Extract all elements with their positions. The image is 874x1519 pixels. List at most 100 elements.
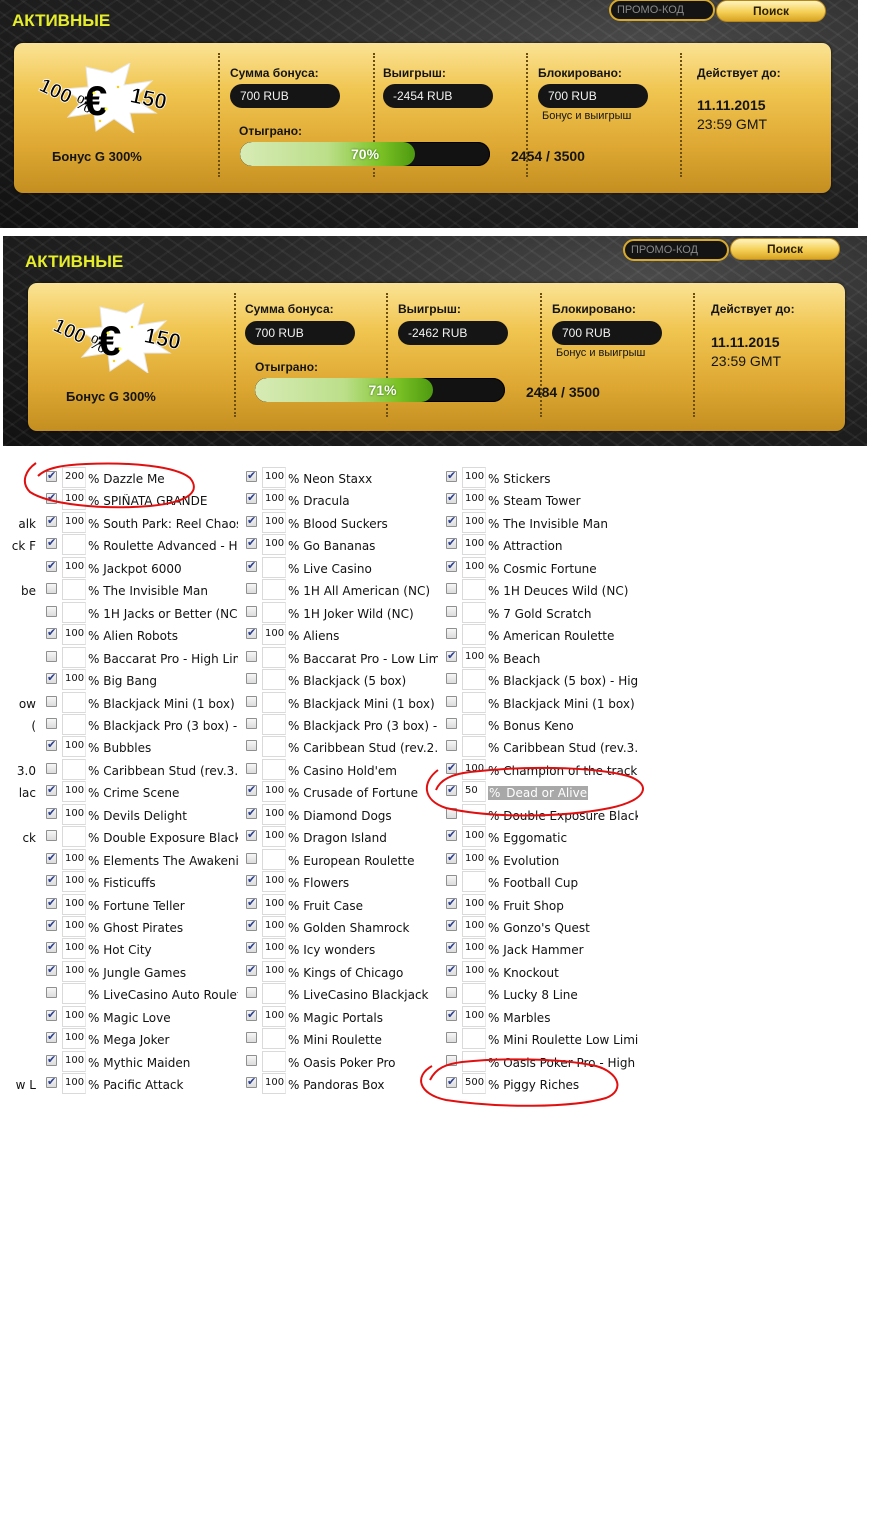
game-checkbox[interactable] [46, 830, 57, 842]
percent-input[interactable]: 100 [62, 871, 86, 893]
percent-input[interactable] [262, 669, 286, 691]
percent-input[interactable]: 100 [462, 1005, 486, 1027]
game-checkbox[interactable] [46, 695, 57, 707]
game-checkbox[interactable] [46, 536, 57, 550]
game-checkbox[interactable] [446, 583, 457, 595]
percent-input[interactable]: 100 [62, 916, 86, 937]
game-checkbox[interactable] [446, 851, 457, 864]
game-checkbox[interactable] [246, 1008, 257, 1021]
game-checkbox[interactable] [246, 987, 257, 999]
game-checkbox[interactable] [246, 536, 257, 550]
percent-input[interactable] [462, 1028, 486, 1050]
game-checkbox[interactable] [446, 1054, 457, 1066]
percent-input[interactable] [262, 983, 286, 1005]
percent-input[interactable] [262, 758, 286, 780]
game-checkbox[interactable] [46, 762, 57, 774]
game-checkbox[interactable] [446, 918, 457, 931]
percent-input[interactable]: 100 [262, 467, 286, 488]
percent-input[interactable]: 100 [62, 848, 86, 870]
game-checkbox[interactable] [446, 673, 457, 685]
game-checkbox[interactable] [446, 649, 457, 662]
percent-input[interactable] [62, 713, 86, 735]
percent-input[interactable] [262, 601, 286, 623]
percent-input[interactable]: 100 [262, 916, 286, 937]
game-checkbox[interactable] [246, 852, 257, 864]
percent-input[interactable]: 100 [62, 893, 86, 915]
percent-input[interactable]: 100 [462, 534, 486, 556]
game-checkbox[interactable] [446, 807, 457, 819]
game-checkbox[interactable] [46, 1075, 57, 1089]
percent-input[interactable]: 100 [262, 871, 286, 893]
percent-input[interactable] [462, 624, 486, 646]
percent-input[interactable]: 100 [462, 938, 486, 960]
game-checkbox[interactable] [246, 918, 257, 931]
percent-input[interactable]: 100 [462, 489, 486, 511]
percent-input[interactable]: 100 [62, 803, 86, 825]
game-checkbox[interactable] [446, 783, 457, 797]
percent-input[interactable] [62, 758, 86, 780]
percent-input[interactable] [262, 579, 286, 601]
percent-input[interactable] [262, 736, 286, 758]
percent-input[interactable]: 100 [462, 960, 486, 982]
percent-input[interactable] [462, 669, 486, 691]
percent-input[interactable]: 100 [62, 960, 86, 982]
percent-input[interactable]: 100 [462, 826, 486, 848]
percent-input[interactable]: 100 [62, 1005, 86, 1027]
game-checkbox[interactable] [246, 896, 257, 909]
percent-input[interactable]: 100 [262, 893, 286, 915]
percent-input[interactable] [62, 534, 86, 556]
percent-input[interactable] [62, 646, 86, 668]
game-checkbox[interactable] [446, 717, 457, 729]
percent-input[interactable]: 100 [262, 511, 286, 533]
percent-input[interactable]: 100 [462, 556, 486, 578]
game-checkbox[interactable] [446, 559, 457, 572]
game-checkbox[interactable] [246, 514, 257, 527]
game-checkbox[interactable] [46, 605, 57, 617]
game-checkbox[interactable] [46, 806, 57, 819]
percent-input[interactable] [462, 579, 486, 601]
game-checkbox[interactable] [246, 717, 257, 729]
game-checkbox[interactable] [46, 738, 57, 752]
game-checkbox[interactable] [446, 761, 457, 774]
percent-input[interactable]: 100 [262, 781, 286, 803]
percent-input[interactable] [262, 848, 286, 870]
game-checkbox[interactable] [446, 896, 457, 909]
percent-input[interactable]: 100 [262, 534, 286, 556]
game-checkbox[interactable] [46, 583, 57, 595]
game-checkbox[interactable] [246, 940, 257, 954]
percent-input[interactable]: 100 [262, 826, 286, 848]
game-checkbox[interactable] [246, 650, 257, 662]
game-checkbox[interactable] [446, 1008, 457, 1021]
game-checkbox[interactable] [46, 896, 57, 909]
percent-input[interactable]: 100 [462, 511, 486, 533]
percent-input[interactable] [262, 691, 286, 713]
game-checkbox[interactable] [46, 491, 57, 505]
promo-code-input[interactable]: ПРОМО-КОД [609, 0, 715, 21]
percent-input[interactable]: 100 [62, 489, 86, 511]
percent-input[interactable]: 100 [262, 938, 286, 960]
game-checkbox[interactable] [246, 740, 257, 752]
game-checkbox[interactable] [46, 717, 57, 729]
percent-input[interactable] [262, 646, 286, 668]
percent-input[interactable]: 100 [62, 511, 86, 533]
game-checkbox[interactable] [446, 514, 457, 527]
game-checkbox[interactable] [446, 740, 457, 752]
game-checkbox[interactable] [446, 1075, 457, 1089]
percent-input[interactable] [462, 713, 486, 735]
percent-input[interactable]: 100 [62, 736, 86, 758]
game-checkbox[interactable] [246, 583, 257, 595]
game-checkbox[interactable] [46, 851, 57, 864]
percent-input[interactable] [62, 983, 86, 1005]
game-checkbox[interactable] [46, 671, 57, 685]
percent-input[interactable] [262, 713, 286, 735]
game-checkbox[interactable] [46, 1008, 57, 1021]
percent-input[interactable]: 50 [462, 781, 486, 803]
percent-input[interactable]: 100 [62, 938, 86, 960]
percent-input[interactable] [262, 1050, 286, 1072]
percent-input[interactable]: 100 [462, 848, 486, 870]
percent-input[interactable] [462, 1050, 486, 1072]
game-checkbox[interactable] [446, 469, 457, 482]
game-checkbox[interactable] [246, 559, 257, 572]
percent-input[interactable] [462, 601, 486, 623]
percent-input[interactable]: 100 [262, 803, 286, 825]
